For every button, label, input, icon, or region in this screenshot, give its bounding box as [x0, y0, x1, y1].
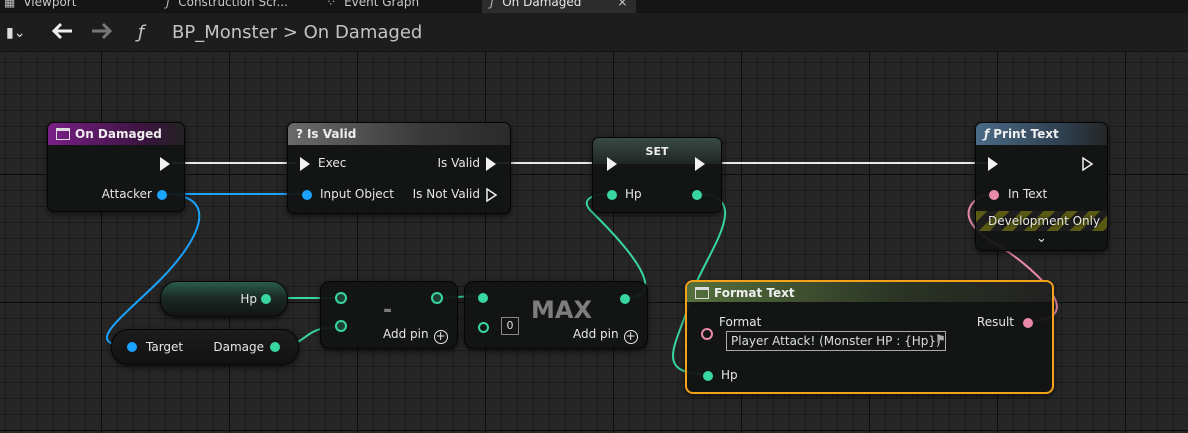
attacker-pin-label: Attacker [101, 187, 152, 201]
add-pin-button[interactable]: Add pin + [573, 327, 638, 344]
function-icon: ƒ [490, 0, 495, 9]
in-text-pin-label: In Text [1008, 187, 1048, 201]
breadcrumb-separator: > [282, 22, 298, 43]
add-pin-label: Add pin [383, 327, 429, 341]
a-in-pin[interactable] [335, 292, 347, 304]
exec-out-pin[interactable] [1082, 157, 1094, 171]
b-in-pin[interactable] [478, 322, 489, 333]
hp-in-pin[interactable] [703, 371, 713, 381]
subtract-symbol: - [383, 298, 393, 323]
exec-in-pin[interactable] [988, 157, 998, 171]
max-node[interactable]: 0 MAX Add pin + [464, 281, 648, 349]
result-pin-label: Result [976, 315, 1014, 329]
hp-pin-label: Hp [625, 187, 642, 201]
is-not-valid-pin-label: Is Not Valid [412, 187, 480, 201]
set-node[interactable]: SET Hp [592, 137, 722, 213]
exec-in-pin[interactable] [300, 157, 310, 171]
forward-arrow-icon[interactable] [90, 22, 113, 45]
attacker-pin[interactable] [157, 190, 167, 200]
input-object-pin-label: Input Object [320, 187, 394, 201]
function-icon: ƒ [166, 0, 171, 9]
target-pin[interactable] [127, 342, 137, 352]
function-icon: ƒ [138, 22, 145, 43]
function-entry-icon [56, 128, 70, 140]
graph-toolbar: ▮⌄ ƒ BP_Monster > On Damaged [0, 13, 1188, 52]
plus-icon: + [433, 329, 448, 344]
exec-pin-label: Exec [318, 156, 347, 170]
breadcrumb: BP_Monster > On Damaged [172, 22, 422, 43]
a-in-pin[interactable] [478, 293, 488, 303]
is-not-valid-exec-pin[interactable] [486, 188, 498, 202]
result-out-pin[interactable] [431, 292, 443, 304]
tab-bar: ▦ Viewport ƒ Construction Scr... ⁘ Event Gr… [0, 0, 1188, 13]
back-arrow-icon[interactable] [51, 22, 74, 45]
on-damaged-node[interactable]: On Damaged Attacker [47, 122, 185, 212]
hp-in-pin[interactable] [607, 190, 617, 200]
target-pin-label: Target [146, 340, 184, 354]
subtract-node[interactable]: - Add pin + [320, 281, 458, 349]
node-title: On Damaged [75, 127, 162, 141]
hp-out-pin[interactable] [692, 190, 702, 200]
close-tab-icon[interactable]: × [617, 0, 627, 9]
format-text-input[interactable]: Player Attack! (Monster HP : {Hp}) [726, 331, 946, 351]
chevron-down-icon[interactable]: ⌄ [1036, 231, 1047, 246]
plus-icon: + [623, 329, 638, 344]
damage-pin-label: Damage [213, 340, 264, 354]
breadcrumb-function[interactable]: On Damaged [304, 22, 423, 43]
tab-event-graph[interactable]: ⁘ Event Graph [326, 0, 419, 13]
exec-out-pin[interactable] [160, 157, 170, 171]
tab-on-damaged[interactable]: ƒ On Damaged × [482, 0, 636, 13]
is-valid-node[interactable]: ? Is Valid Exec Is Valid Input Object Is … [287, 122, 511, 214]
input-object-pin[interactable] [302, 190, 312, 200]
damage-out-pin[interactable] [270, 342, 280, 352]
result-out-pin[interactable] [1023, 318, 1033, 328]
format-in-pin[interactable] [701, 328, 713, 340]
tab-construction-script[interactable]: ƒ Construction Scr... [166, 0, 288, 13]
add-pin-button[interactable]: Add pin + [383, 327, 448, 344]
get-hp-node[interactable]: Hp [160, 281, 288, 317]
default-value-box[interactable]: 0 [501, 317, 519, 335]
tab-viewport[interactable]: ▦ Viewport [4, 0, 76, 13]
viewport-icon: ▦ [4, 0, 16, 9]
function-icon: ƒ [984, 127, 990, 141]
hp-pin-label: Hp [721, 368, 738, 382]
hp-out-pin[interactable] [261, 294, 271, 304]
node-title: Format Text [714, 286, 795, 300]
is-valid-exec-pin[interactable] [486, 157, 496, 171]
node-title: Print Text [993, 127, 1059, 141]
question-icon: ? [296, 127, 303, 141]
b-in-pin[interactable] [335, 320, 347, 332]
exec-in-pin[interactable] [607, 157, 617, 171]
exec-out-pin[interactable] [695, 157, 705, 171]
bookmark-icon[interactable]: ▮⌄ [6, 25, 25, 41]
print-text-node[interactable]: ƒ Print Text In Text Development Only ⌄ [975, 122, 1108, 251]
function-entry-icon [695, 287, 709, 299]
event-graph-icon: ⁘ [326, 0, 337, 9]
is-valid-pin-label: Is Valid [437, 156, 480, 170]
node-title: Is Valid [306, 127, 357, 141]
localize-flag-icon[interactable]: ⚑ [935, 332, 946, 346]
max-symbol: MAX [531, 296, 592, 324]
format-pin-label: Format [719, 315, 762, 329]
development-only-label: Development Only [988, 214, 1101, 228]
break-damage-node[interactable]: Target Damage [111, 329, 299, 365]
add-pin-label: Add pin [573, 327, 619, 341]
in-text-pin[interactable] [989, 190, 999, 200]
hp-pin-label: Hp [240, 292, 257, 306]
format-text-node[interactable]: Format Text Format Player Attack! (Monst… [685, 280, 1054, 394]
result-out-pin[interactable] [620, 294, 630, 304]
breadcrumb-blueprint[interactable]: BP_Monster [172, 22, 277, 43]
